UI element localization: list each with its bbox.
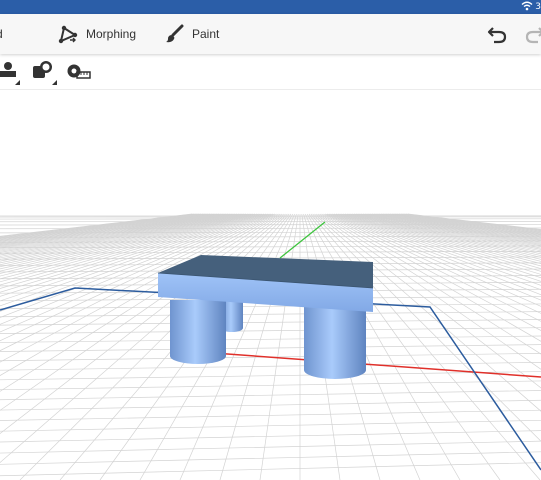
boolean-shapes-dropdown-arrow	[52, 80, 57, 85]
y-axis-line	[279, 221, 326, 259]
status-icons: 3	[521, 1, 541, 13]
place-object-button[interactable]	[0, 60, 20, 87]
redo-icon	[524, 27, 541, 49]
undo-button[interactable]	[486, 23, 508, 50]
3d-viewport[interactable]	[0, 90, 541, 480]
main-toolbar: d Morphing Paint	[0, 14, 541, 54]
paint-brush-icon	[164, 24, 184, 44]
undo-icon	[486, 27, 508, 49]
measure-tape-icon	[67, 64, 91, 85]
boolean-shapes-button[interactable]	[32, 60, 57, 87]
3d-model[interactable]	[157, 255, 374, 379]
morphing-button[interactable]: Morphing	[58, 14, 136, 54]
model-leg-front-right	[304, 306, 366, 379]
scene-canvas	[0, 213, 541, 480]
measure-tape-button[interactable]	[67, 63, 91, 86]
toolbar-item-partial[interactable]: d	[0, 14, 3, 54]
sub-toolbar	[0, 54, 541, 90]
battery-text: 3	[535, 2, 541, 12]
morphing-icon	[58, 24, 78, 44]
boolean-shapes-icon	[32, 61, 54, 86]
redo-button[interactable]	[524, 23, 541, 50]
wifi-icon	[521, 1, 533, 14]
status-bar: 3	[0, 0, 541, 14]
paint-label: Paint	[192, 27, 220, 41]
paint-button[interactable]: Paint	[164, 14, 219, 54]
morphing-label: Morphing	[86, 27, 137, 41]
toolbar-partial-label: d	[0, 27, 3, 41]
ground-grid	[0, 213, 541, 480]
model-leg-front-left	[170, 300, 226, 364]
place-object-dropdown-arrow	[15, 80, 20, 85]
